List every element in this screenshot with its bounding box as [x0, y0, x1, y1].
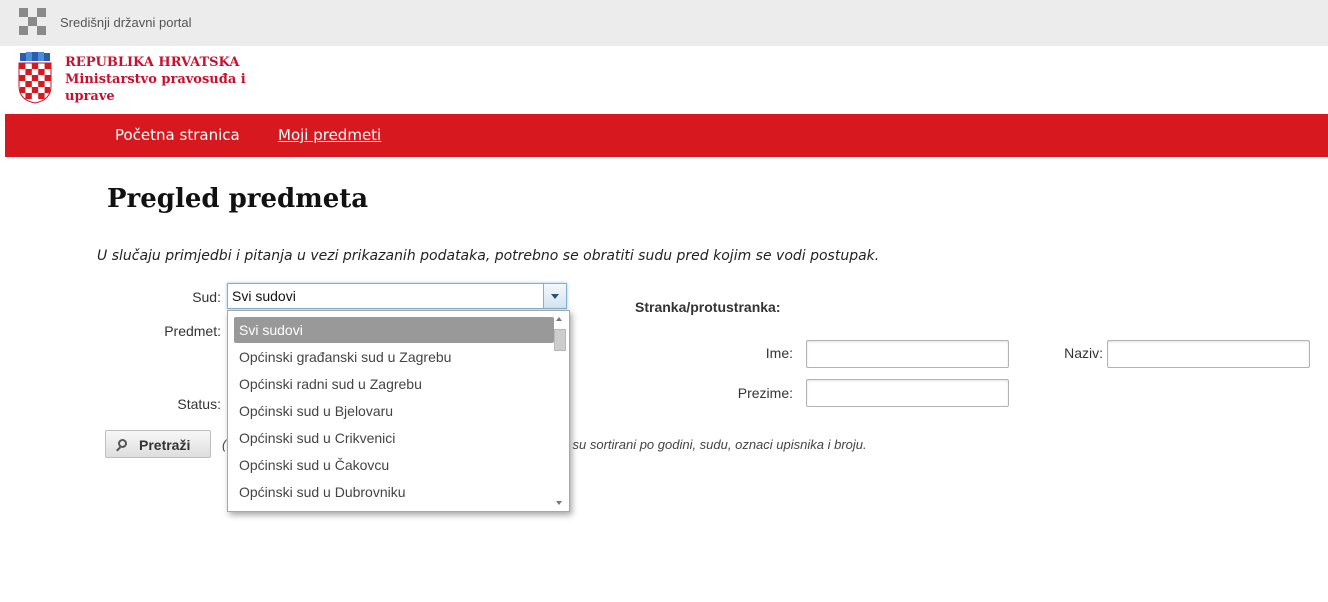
dropdown-option[interactable]: Općinski sud u Bjelovaru	[228, 398, 554, 425]
notice-text: U slučaju primjedbi i pitanja u vezi pri…	[97, 248, 880, 264]
naziv-label: Naziv:	[1064, 345, 1103, 361]
ime-label: Ime:	[765, 345, 793, 361]
stranka-heading: Stranka/protustranka:	[635, 299, 781, 315]
sud-dropdown-list[interactable]: Svi sudovi Općinski građanski sud u Zagr…	[227, 310, 570, 512]
scroll-thumb[interactable]	[554, 329, 566, 351]
ime-input[interactable]	[806, 340, 1009, 368]
predmet-label: Predmet:	[164, 323, 221, 339]
scroll-up-icon[interactable]	[556, 317, 562, 321]
brand-line-3: uprave	[65, 89, 115, 104]
status-label: Status:	[177, 396, 221, 412]
portal-checker-icon[interactable]	[19, 8, 47, 36]
coat-of-arms-icon[interactable]	[17, 52, 53, 104]
brand-line-2: Ministarstvo pravosuđa i	[65, 72, 246, 87]
brand-line-1: REPUBLIKA HRVATSKA	[65, 55, 240, 70]
nav-my-cases[interactable]: Moji predmeti	[278, 126, 381, 144]
sort-hint: i su sortirani po godini, sudu, oznaci u…	[566, 437, 867, 452]
ministry-brand[interactable]: REPUBLIKA HRVATSKA Ministarstvo pravosuđ…	[65, 54, 246, 105]
chevron-down-icon[interactable]	[543, 284, 566, 308]
naziv-input[interactable]	[1107, 340, 1310, 368]
portal-link[interactable]: Središnji državni portal	[60, 15, 192, 30]
dropdown-option[interactable]: Općinski građanski sud u Zagrebu	[228, 344, 554, 371]
page-title: Pregled predmeta	[107, 184, 369, 214]
portal-bar: Središnji državni portal	[0, 0, 1328, 46]
dropdown-option[interactable]: Svi sudovi	[234, 317, 554, 343]
dropdown-option[interactable]: Općinski sud u Dubrovniku	[228, 479, 554, 506]
main-nav: Početna stranica Moji predmeti	[5, 114, 1328, 157]
dropdown-scrollbar[interactable]	[554, 315, 566, 507]
search-button-label: Pretraži	[139, 437, 191, 453]
dropdown-option[interactable]: Općinski sud u Čakovcu	[228, 452, 554, 479]
search-button[interactable]: Pretraži	[105, 430, 211, 458]
nav-home[interactable]: Početna stranica	[115, 126, 240, 144]
sud-label: Sud:	[192, 289, 221, 305]
hint-lead: (	[222, 437, 227, 452]
dropdown-option[interactable]: Općinski sud u Crikvenici	[228, 425, 554, 452]
sud-select-value: Svi sudovi	[232, 288, 296, 304]
search-icon	[118, 439, 127, 448]
sud-select[interactable]: Svi sudovi	[227, 283, 567, 309]
prezime-label: Prezime:	[737, 385, 793, 401]
prezime-input[interactable]	[806, 379, 1009, 407]
dropdown-option[interactable]: Općinski radni sud u Zagrebu	[228, 371, 554, 398]
scroll-down-icon[interactable]	[556, 501, 562, 505]
dropdown-options: Svi sudovi Općinski građanski sud u Zagr…	[228, 317, 554, 506]
